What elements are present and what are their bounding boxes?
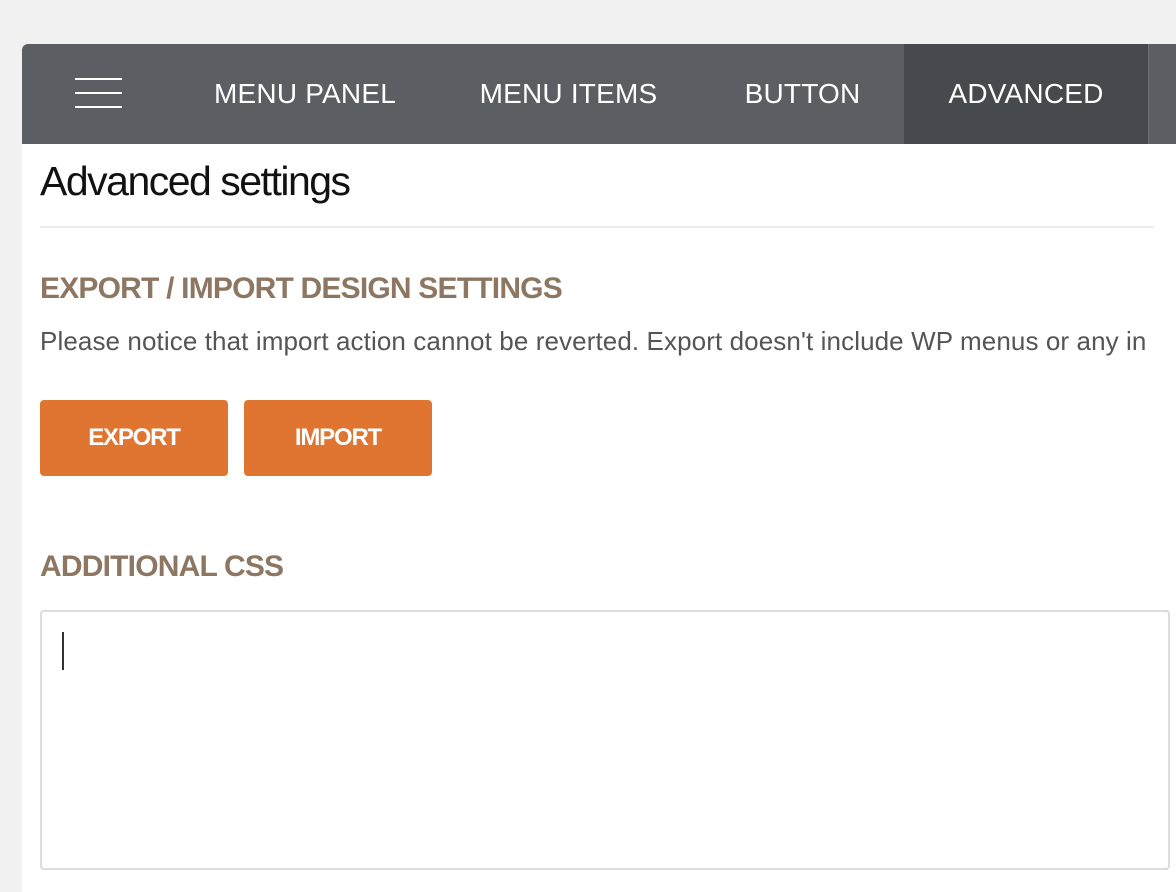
page-title: Advanced settings — [40, 158, 351, 204]
additional-css-heading: ADDITIONAL CSS — [40, 550, 284, 583]
import-button[interactable]: IMPORT — [244, 400, 432, 476]
export-import-heading: EXPORT / IMPORT DESIGN SETTINGS — [40, 272, 563, 305]
export-button[interactable]: EXPORT — [40, 400, 228, 476]
tab-advanced[interactable]: ADVANCED — [904, 44, 1148, 144]
top-nav-bar: MENU PANEL MENU ITEMS BUTTON ADVANCED — [22, 44, 1176, 144]
text-caret — [62, 632, 64, 670]
tab-overflow[interactable] — [1148, 44, 1176, 144]
tab-menu-items[interactable]: MENU ITEMS — [436, 44, 701, 144]
hamburger-line — [75, 78, 122, 80]
tab-button[interactable]: BUTTON — [701, 44, 904, 144]
export-import-notice: Please notice that import action cannot … — [40, 326, 1147, 356]
hamburger-icon[interactable] — [22, 44, 174, 144]
title-divider — [40, 226, 1154, 228]
tab-menu-panel[interactable]: MENU PANEL — [174, 44, 436, 144]
additional-css-textarea[interactable] — [40, 610, 1170, 870]
hamburger-line — [75, 106, 122, 108]
hamburger-line — [75, 92, 122, 94]
